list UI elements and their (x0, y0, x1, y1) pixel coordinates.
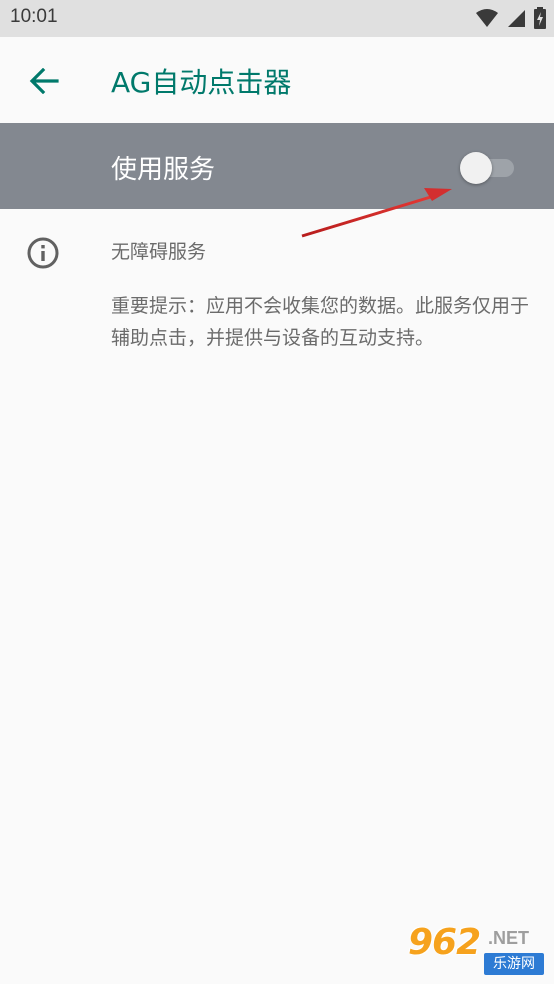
arrow-back-icon (29, 68, 59, 94)
use-service-toggle[interactable] (460, 151, 516, 184)
info-icon (27, 237, 59, 269)
use-service-row[interactable]: 使用服务 (0, 123, 554, 209)
accessibility-service-title: 无障碍服务 (111, 241, 207, 263)
page-title: AG自动点击器 (111, 66, 292, 99)
watermark-net: .NET (488, 928, 530, 948)
watermark-logo: 962 .NET 乐游网 (408, 922, 548, 980)
app-bar: AG自动点击器 (0, 37, 554, 123)
watermark-subtitle: 乐游网 (484, 953, 544, 975)
status-bar: 10:01 (0, 0, 554, 37)
status-icons (476, 7, 546, 29)
toggle-thumb (460, 152, 492, 184)
status-time: 10:01 (10, 6, 58, 27)
battery-charging-icon (534, 7, 546, 29)
use-service-label: 使用服务 (111, 155, 216, 185)
wifi-icon (476, 9, 498, 27)
signal-icon (508, 10, 525, 27)
watermark-number: 962 (408, 922, 481, 963)
back-button[interactable] (22, 59, 66, 103)
accessibility-service-description: 重要提示：应用不会收集您的数据。此服务仅用于辅助点击，并提供与设备的互动支持。 (111, 295, 530, 349)
